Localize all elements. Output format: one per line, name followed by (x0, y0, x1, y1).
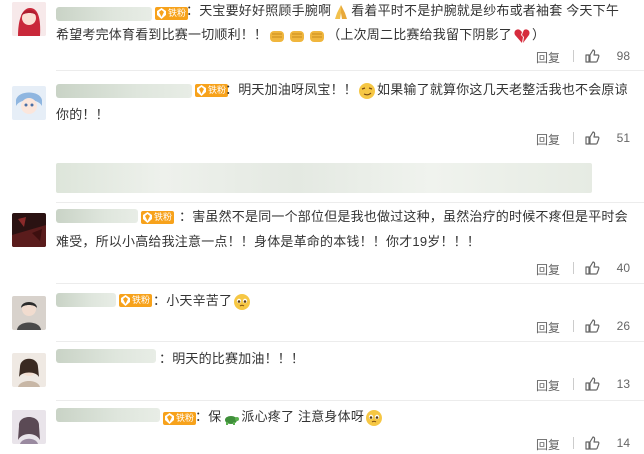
thumbs-up-icon[interactable] (584, 130, 600, 146)
comment-divider (56, 70, 644, 71)
fan-badge: 铁粉 (195, 84, 229, 97)
reply-button[interactable]: 回复 (536, 436, 560, 453)
comment-text: ：小天辛苦了 (153, 289, 453, 313)
fan-badge-icon (197, 85, 206, 96)
action-divider (573, 378, 574, 390)
action-divider (573, 262, 574, 274)
comment-divider (56, 400, 644, 401)
like-count: 14 (616, 436, 630, 450)
like-count: 13 (616, 377, 630, 391)
reply-button[interactable]: 回复 (536, 377, 560, 394)
pleading-emoji-icon (233, 293, 251, 311)
action-divider (573, 320, 574, 332)
broken-heart-emoji-icon (513, 27, 531, 45)
avatar-image (12, 213, 46, 247)
comment-text: ：保 派心疼了 注意身体呀 (195, 405, 495, 429)
avatar[interactable] (12, 410, 46, 444)
comment-actions: 回复 13 (470, 377, 630, 393)
like-count: 98 (616, 49, 630, 63)
username-blurred[interactable] (56, 7, 152, 21)
fist-emoji-icon (308, 27, 326, 45)
thumbs-up-icon[interactable] (584, 435, 600, 451)
fan-badge: 铁粉 (141, 211, 175, 224)
username-blurred[interactable] (56, 349, 156, 363)
username-blurred[interactable] (56, 84, 192, 98)
fan-badge-icon (121, 295, 130, 306)
action-divider (573, 50, 574, 62)
thumbs-up-icon[interactable] (584, 48, 600, 64)
avatar-image (12, 86, 46, 120)
username-blurred[interactable] (56, 408, 160, 422)
pray-emoji-icon (332, 3, 350, 21)
reply-button[interactable]: 回复 (536, 319, 560, 336)
smirk-emoji-icon (358, 82, 376, 100)
fan-badge-icon (165, 413, 174, 424)
like-count: 51 (616, 131, 630, 145)
reply-button[interactable]: 回复 (536, 261, 560, 278)
comment-actions: 回复 26 (470, 319, 630, 335)
fan-badge: 铁粉 (119, 294, 153, 307)
reply-button[interactable]: 回复 (536, 131, 560, 148)
thumbs-up-icon[interactable] (584, 318, 600, 334)
avatar[interactable] (12, 353, 46, 387)
comment-text-line2: 你的！！ (56, 107, 109, 122)
avatar[interactable] (12, 213, 46, 247)
avatar[interactable] (12, 296, 46, 330)
action-divider (573, 132, 574, 144)
action-divider (573, 437, 574, 449)
thumbs-up-icon[interactable] (584, 260, 600, 276)
comment-actions: 回复 40 (470, 261, 630, 277)
fan-badge: 铁粉 (155, 7, 189, 20)
avatar-image (12, 410, 46, 444)
comment-text-line2: 难受，所以小高给我注意一点！！身体是革命的本钱！！你才19岁！！！ (56, 234, 481, 249)
avatar[interactable] (12, 86, 46, 120)
fan-badge: 铁粉 (163, 412, 197, 425)
like-count: 26 (616, 319, 630, 333)
comment-actions: 回复 51 (470, 131, 630, 147)
blurred-content (56, 163, 592, 193)
avatar-image (12, 296, 46, 330)
comment-divider (56, 341, 644, 342)
thumbs-up-icon[interactable] (584, 376, 600, 392)
fist-emoji-icon (268, 27, 286, 45)
comment-divider (56, 283, 644, 284)
avatar-image (12, 2, 46, 36)
comment-text-line2: 希望考完体育看到比赛一切顺利！！ （上次周二比赛给我留下阴影了） (56, 23, 636, 47)
like-count: 40 (616, 261, 630, 275)
fist-emoji-icon (288, 27, 306, 45)
comment-text: ：害虽然不是同一个部位但是我也做过这种，虽然治疗的时候不疼但是平时会 (179, 209, 628, 224)
avatar[interactable] (12, 2, 46, 36)
turtle-emoji-icon (222, 409, 240, 427)
comment-divider (56, 202, 644, 203)
reply-button[interactable]: 回复 (536, 49, 560, 66)
comment-text: ：明天的比赛加油！！！ (159, 351, 305, 366)
comment-text: ：明天加油呀凤宝！！ 如果输了就算你这几天老整活我也不会原谅 (225, 78, 637, 102)
comment-actions: 回复 14 (470, 436, 630, 452)
username-blurred[interactable] (56, 209, 138, 223)
comment-actions: 回复 98 (470, 49, 630, 65)
fan-badge-icon (143, 212, 152, 223)
comment-text: ：天宝要好好照顾手腕啊 看着平时不是护腕就是纱布或者袖套 今天下午 (186, 0, 636, 23)
avatar-image (12, 353, 46, 387)
pleading-emoji-icon (365, 409, 383, 427)
fan-badge-icon (157, 8, 166, 19)
username-blurred[interactable] (56, 293, 116, 307)
